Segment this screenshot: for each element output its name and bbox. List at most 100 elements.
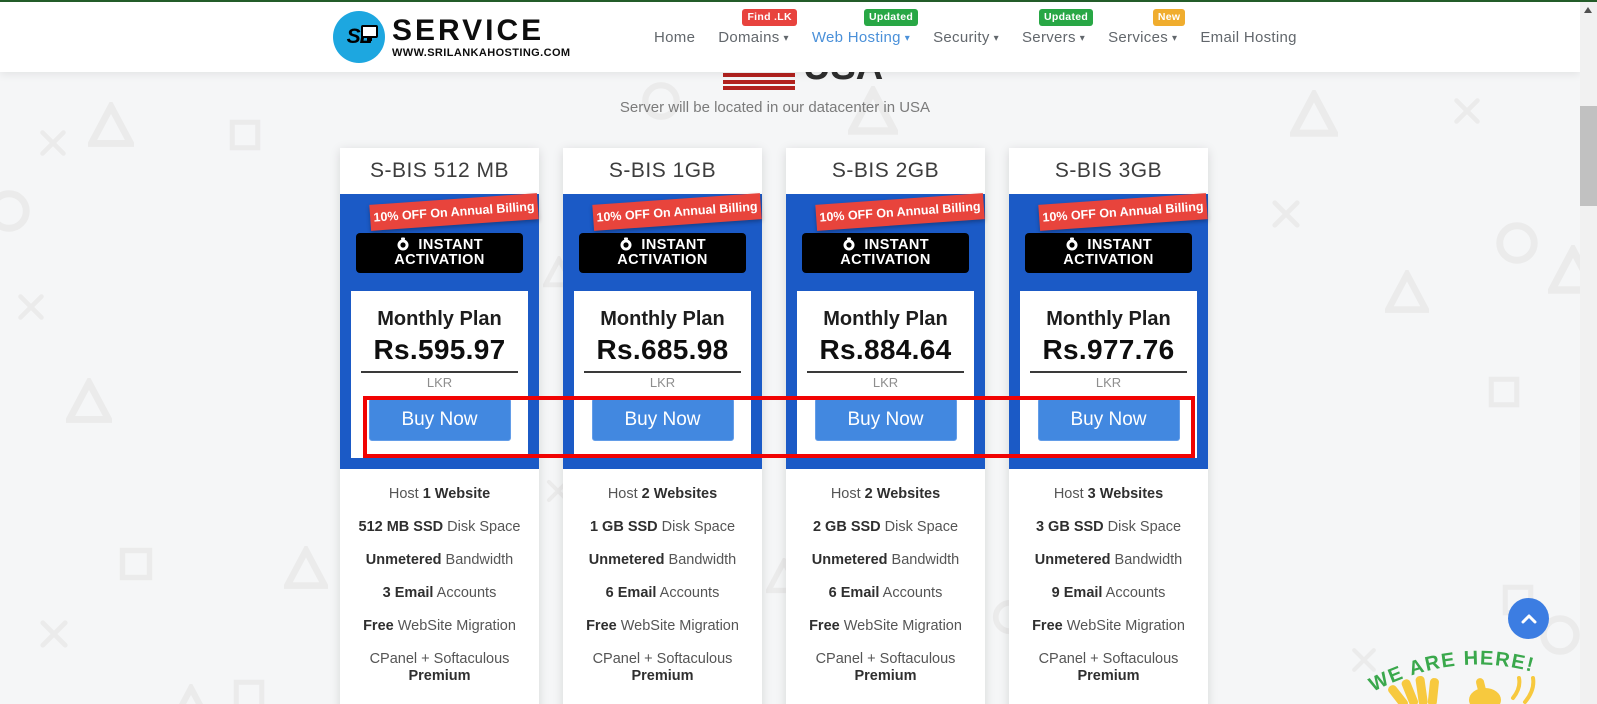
feature-item: Host 2 Websites (792, 478, 979, 511)
plan-price: Rs.685.98 (574, 334, 751, 366)
chevron-down-icon: ▾ (994, 33, 999, 44)
decor-sq-icon (228, 118, 262, 152)
feature-item: Free WebSite Migration (1015, 610, 1202, 643)
scrollbar-thumb[interactable] (1580, 106, 1597, 206)
plan-period-label: Monthly Plan (351, 308, 528, 331)
feature-item: Free WebSite Migration (792, 610, 979, 643)
scrollbar (1580, 0, 1597, 704)
feature-item: Free WebSite Migration (569, 610, 756, 643)
nav-item-label: Home (654, 29, 695, 46)
chevron-down-icon: ▾ (1172, 33, 1177, 44)
feature-item: 3 Email Accounts (346, 577, 533, 610)
price-divider (584, 371, 741, 373)
stopwatch-icon (1065, 237, 1079, 251)
scroll-to-top-button[interactable] (1508, 598, 1549, 639)
logo-subtitle: WWW.SRILANKAHOSTING.COM (392, 48, 570, 59)
stopwatch-icon (842, 237, 856, 251)
decor-cross-icon (38, 128, 68, 158)
feature-item: Unmetered Bandwidth (346, 544, 533, 577)
nav-item-servers[interactable]: Servers▾Updated (1022, 29, 1085, 46)
feature-item: Free WebSite Migration (346, 610, 533, 643)
nav-item-web-hosting[interactable]: Web Hosting▾Updated (812, 29, 910, 46)
discount-ribbon: 10% OFF On Annual Billing (815, 193, 984, 231)
waving-hands-icon (1385, 676, 1555, 704)
decor-sq-icon (118, 546, 154, 582)
plan-price: Rs.977.76 (1020, 334, 1197, 366)
plan-period-label: Monthly Plan (1020, 308, 1197, 331)
navbar: SL SERVICE WWW.SRILANKAHOSTING.COM Home D… (0, 2, 1580, 72)
instant-activation-badge: INSTANT ACTIVATION (579, 233, 746, 273)
decor-tri-icon (1290, 90, 1338, 138)
logo-circle-icon: SL (333, 11, 385, 63)
instant-activation-badge: INSTANT ACTIVATION (1025, 233, 1192, 273)
feature-list: Host 1 Website512 MB SSD Disk SpaceUnmet… (340, 469, 539, 693)
nav-item-security[interactable]: Security ▾ (933, 29, 999, 46)
decor-sq-icon (232, 678, 266, 704)
feature-item: Host 3 Websites (1015, 478, 1202, 511)
feature-list: Host 2 Websites1 GB SSD Disk SpaceUnmete… (563, 469, 762, 693)
feature-item: 2 GB SSD Disk Space (792, 511, 979, 544)
nav-badge: New (1153, 9, 1186, 26)
browser-top-line (0, 0, 1597, 2)
discount-ribbon: 10% OFF On Annual Billing (592, 193, 761, 231)
nav-item-email-hosting[interactable]: Email Hosting (1200, 29, 1296, 46)
plan-currency: LKR (797, 375, 974, 390)
site-logo[interactable]: SL SERVICE WWW.SRILANKAHOSTING.COM (333, 11, 570, 63)
plan-currency: LKR (351, 375, 528, 390)
nav-badge: Find .LK (742, 9, 796, 26)
chevron-down-icon: ▾ (1080, 33, 1085, 44)
nav-menu: Home Domains▾Find .LK Web Hosting ▾ Updated S… (654, 2, 1297, 72)
feature-item: Host 1 Website (346, 478, 533, 511)
decor-tri-icon (66, 378, 112, 424)
feature-list: Host 3 Websites3 GB SSD Disk SpaceUnmete… (1009, 469, 1208, 693)
nav-badge: Updated (1039, 9, 1093, 26)
price-divider (361, 371, 518, 373)
plan-name: S-BIS 2GB (786, 148, 985, 194)
price-divider (1030, 371, 1187, 373)
nav-item-services[interactable]: Services▾New (1108, 29, 1177, 46)
section-subtitle: Server will be located in our datacenter… (340, 99, 1210, 116)
price-divider (807, 371, 964, 373)
plan-price: Rs.595.97 (351, 334, 528, 366)
decor-circle-icon (0, 188, 32, 234)
chevron-down-icon: ▾ (905, 33, 910, 44)
feature-item: CPanel + SoftaculousPremium (346, 643, 533, 693)
discount-ribbon: 10% OFF On Annual Billing (369, 193, 538, 231)
nav-item-label: Security (933, 29, 990, 46)
nav-item-label: Services (1108, 29, 1168, 46)
feature-item: CPanel + SoftaculousPremium (569, 643, 756, 693)
feature-item: CPanel + SoftaculousPremium (1015, 643, 1202, 693)
feature-item: 512 MB SSD Disk Space (346, 511, 533, 544)
plan-price: Rs.884.64 (797, 334, 974, 366)
decor-tri-icon (284, 546, 328, 590)
plan-period-label: Monthly Plan (574, 308, 751, 331)
chevron-up-icon (1521, 614, 1537, 624)
nav-badge: Updated (864, 9, 918, 26)
instant-activation-badge: INSTANT ACTIVATION (356, 233, 523, 273)
feature-item: 3 GB SSD Disk Space (1015, 511, 1202, 544)
nav-item-home[interactable]: Home (654, 29, 695, 46)
feature-item: 9 Email Accounts (1015, 577, 1202, 610)
chevron-down-icon: ▾ (784, 33, 789, 44)
feature-item: 6 Email Accounts (569, 577, 756, 610)
feature-item: 1 GB SSD Disk Space (569, 511, 756, 544)
plan-currency: LKR (574, 375, 751, 390)
stopwatch-icon (396, 237, 410, 251)
decor-circle-icon (1494, 220, 1540, 266)
discount-ribbon: 10% OFF On Annual Billing (1038, 193, 1207, 231)
nav-item-domains[interactable]: Domains▾Find .LK (718, 29, 789, 46)
decor-tri-icon (88, 102, 134, 148)
decor-cross-icon (16, 292, 46, 322)
scrollbar-up-arrow[interactable] (1584, 7, 1592, 13)
decor-tri-icon (1385, 270, 1429, 314)
plan-period-label: Monthly Plan (797, 308, 974, 331)
decor-cross-icon (1270, 198, 1302, 230)
plan-currency: LKR (1020, 375, 1197, 390)
nav-item-label: Web Hosting (812, 29, 901, 46)
decor-tri-icon (170, 684, 212, 704)
stopwatch-icon (619, 237, 633, 251)
feature-item: Unmetered Bandwidth (1015, 544, 1202, 577)
plan-name: S-BIS 512 MB (340, 148, 539, 194)
usa-flag-stripes-icon (723, 73, 795, 93)
logo-title: SERVICE (392, 16, 570, 46)
